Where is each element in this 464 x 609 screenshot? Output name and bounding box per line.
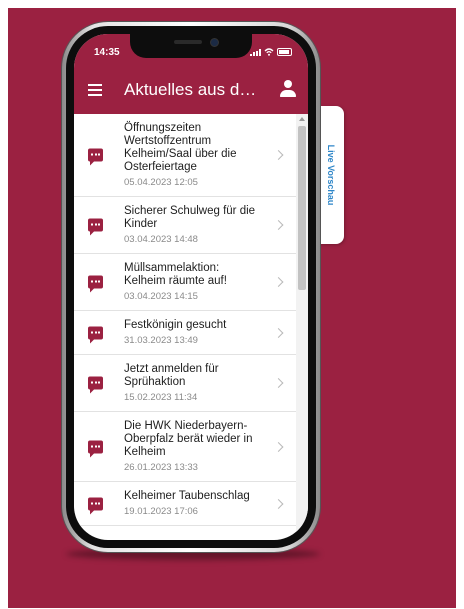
chevron-right-icon xyxy=(273,277,284,287)
live-preview-label: Live Vorschau xyxy=(326,144,336,206)
news-date: 26.01.2023 13:33 xyxy=(124,462,198,473)
news-date: 15.02.2023 11:34 xyxy=(124,392,198,403)
system-icons xyxy=(250,48,292,56)
news-date: 03.04.2023 14:48 xyxy=(124,234,198,245)
app-title: Aktuelles aus de... xyxy=(124,80,258,99)
chevron-right-icon xyxy=(273,327,284,338)
message-icon xyxy=(88,148,103,166)
news-item[interactable]: Müllsammelaktion: Kelheim räumte auf! 03… xyxy=(74,254,308,311)
chevron-right-icon xyxy=(273,498,284,509)
message-icon xyxy=(88,440,103,457)
wifi-icon xyxy=(264,48,274,56)
phone-frame: 14:35 Aktuelles aus de... Öffnungszeiten… xyxy=(62,22,320,552)
message-icon xyxy=(88,275,103,293)
news-title: Kelheimer Taubenschlag xyxy=(124,490,250,502)
news-title: Festkönigin gesucht xyxy=(124,319,227,331)
news-title: Müllsammelaktion: Kelheim räumte auf! xyxy=(124,262,227,287)
phone-notch xyxy=(130,34,252,58)
news-item[interactable]: Sicherer Schulweg für die Kinder 03.04.2… xyxy=(74,197,308,254)
phone-bezel: 14:35 Aktuelles aus de... Öffnungszeiten… xyxy=(66,26,316,548)
live-preview-tab[interactable]: Live Vorschau xyxy=(318,106,344,244)
news-item[interactable]: Jetzt anmelden für Sprühaktion 15.02.202… xyxy=(74,355,308,412)
message-icon xyxy=(88,326,103,343)
status-time: 14:35 xyxy=(94,47,120,58)
news-title: Sicherer Schulweg für die Kinder xyxy=(124,205,256,230)
news-title: Die HWK Niederbayern-Oberpfalz berät wie… xyxy=(124,420,253,458)
app-bar: Aktuelles aus de... xyxy=(74,68,308,114)
news-date: 05.04.2023 12:05 xyxy=(124,177,198,188)
news-title: Öffnungszeiten Wertstoffzentrum Kelheim/… xyxy=(124,122,237,173)
chevron-right-icon xyxy=(273,150,284,160)
speaker-icon xyxy=(174,40,202,44)
scroll-thumb[interactable] xyxy=(298,126,306,290)
chevron-right-icon xyxy=(273,378,284,388)
message-icon xyxy=(88,497,103,514)
camera-icon xyxy=(210,38,219,47)
menu-icon[interactable] xyxy=(88,84,102,96)
user-icon[interactable] xyxy=(280,80,296,98)
news-list: Öffnungszeiten Wertstoffzentrum Kelheim/… xyxy=(74,114,308,540)
news-title: Jetzt anmelden für Sprühaktion xyxy=(124,363,219,388)
news-item[interactable]: Kelheimer Taubenschlag 19.01.2023 17:06 xyxy=(74,482,308,526)
signal-icon xyxy=(250,48,261,56)
news-date: 19.01.2023 17:06 xyxy=(124,506,198,517)
chevron-right-icon xyxy=(273,441,284,452)
message-icon xyxy=(88,218,103,236)
news-date: 03.04.2023 14:15 xyxy=(124,291,198,302)
phone-screen: 14:35 Aktuelles aus de... Öffnungszeiten… xyxy=(74,34,308,540)
status-bar: 14:35 xyxy=(74,34,308,68)
scroll-up-icon[interactable] xyxy=(299,117,305,121)
news-item[interactable]: Die HWK Niederbayern-Oberpfalz berät wie… xyxy=(74,412,308,482)
battery-icon xyxy=(277,48,292,56)
news-item[interactable]: Öffnungszeiten Wertstoffzentrum Kelheim/… xyxy=(74,114,308,197)
chevron-right-icon xyxy=(273,220,284,230)
message-icon xyxy=(88,376,103,394)
news-date: 31.03.2023 13:49 xyxy=(124,335,198,346)
scrollbar[interactable] xyxy=(296,114,308,540)
news-item[interactable]: Festkönigin gesucht 31.03.2023 13:49 xyxy=(74,311,308,355)
